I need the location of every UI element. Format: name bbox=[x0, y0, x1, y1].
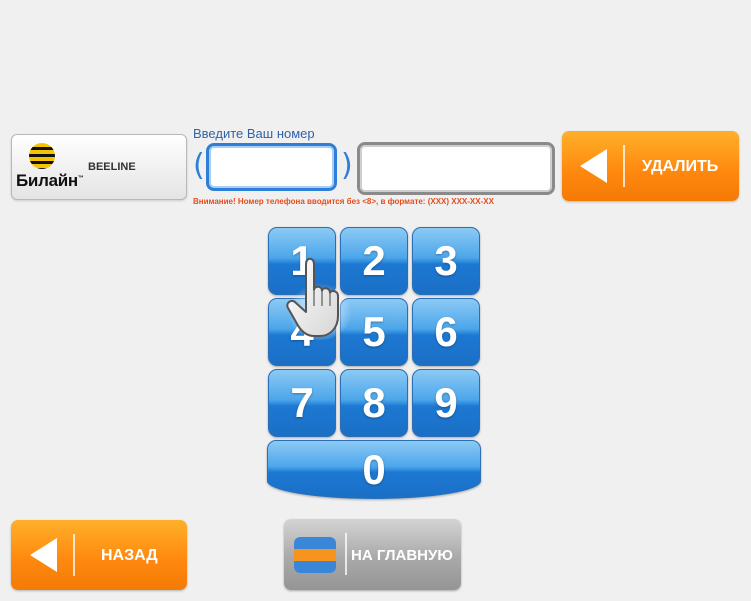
key-8[interactable]: 8 bbox=[340, 369, 408, 437]
button-divider bbox=[73, 534, 75, 576]
back-button[interactable]: НАЗАД bbox=[11, 520, 187, 590]
back-button-label: НАЗАД bbox=[101, 547, 158, 564]
operator-card: Билайн™ BEELINE bbox=[11, 134, 187, 200]
delete-button[interactable]: УДАЛИТЬ bbox=[562, 131, 739, 201]
key-9[interactable]: 9 bbox=[412, 369, 480, 437]
area-code-field[interactable] bbox=[206, 143, 337, 191]
back-arrow-icon bbox=[580, 149, 607, 183]
operator-name: BEELINE bbox=[88, 161, 136, 173]
home-stack-icon bbox=[294, 537, 336, 573]
button-divider bbox=[623, 145, 625, 187]
key-6[interactable]: 6 bbox=[412, 298, 480, 366]
home-button[interactable]: НА ГЛАВНУЮ bbox=[284, 519, 461, 590]
phone-input-label: Введите Ваш номер bbox=[193, 126, 315, 141]
paren-open: ( bbox=[193, 148, 205, 183]
beeline-logo-icon bbox=[29, 143, 55, 169]
key-7[interactable]: 7 bbox=[268, 369, 336, 437]
operator-logo-text: Билайн™ bbox=[16, 171, 84, 190]
paren-close: ) bbox=[341, 148, 353, 183]
button-divider bbox=[345, 533, 347, 575]
phone-number-field[interactable] bbox=[357, 142, 555, 195]
format-warning: Внимание! Номер телефона вводится без <8… bbox=[193, 197, 494, 206]
key-3[interactable]: 3 bbox=[412, 227, 480, 295]
home-button-label: НА ГЛАВНУЮ bbox=[351, 547, 453, 564]
back-arrow-icon bbox=[30, 538, 57, 572]
hand-pointer-icon bbox=[286, 257, 352, 340]
key-0[interactable]: 0 bbox=[267, 440, 481, 499]
delete-button-label: УДАЛИТЬ bbox=[642, 158, 719, 175]
